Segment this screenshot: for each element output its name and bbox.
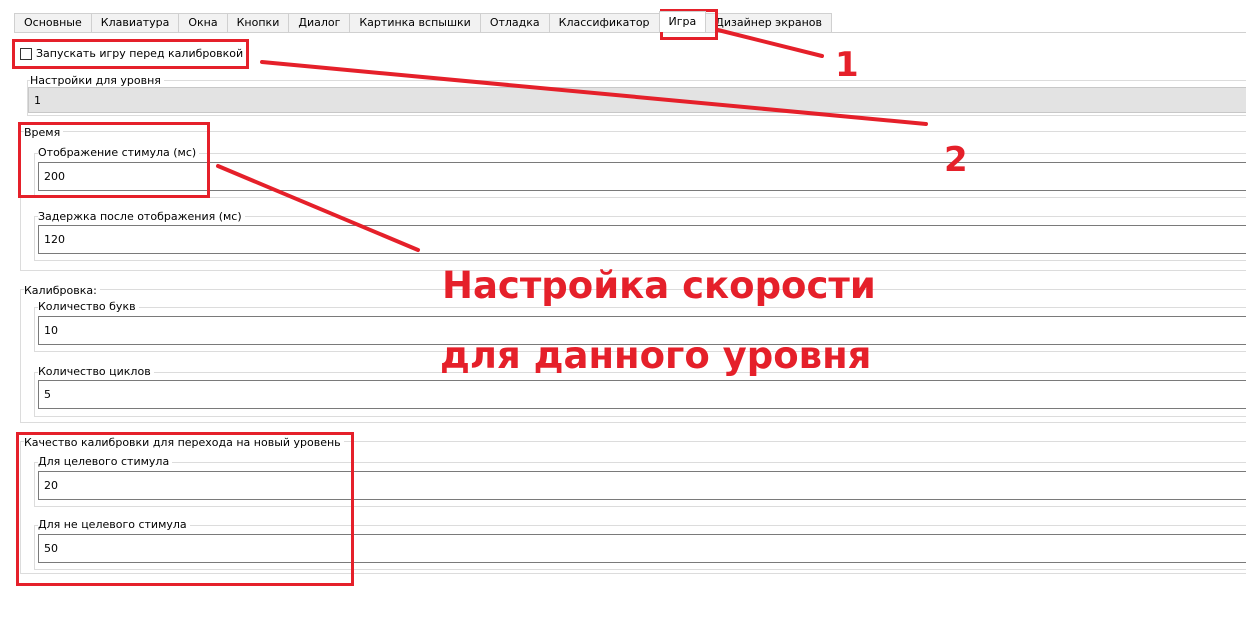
annotation-number-1: 1 <box>835 45 859 85</box>
arrow-line-1 <box>716 28 824 58</box>
annotation-number-2: 2 <box>944 140 968 180</box>
arrow-line-2 <box>260 60 928 126</box>
annotation-lines <box>216 28 928 252</box>
annotation-text-line1: Настройка скорости <box>442 264 876 307</box>
tab-game[interactable]: Игра <box>658 11 707 32</box>
arrow-line-speed <box>216 164 420 252</box>
annotation-text-line2: для данного уровня <box>440 334 872 377</box>
